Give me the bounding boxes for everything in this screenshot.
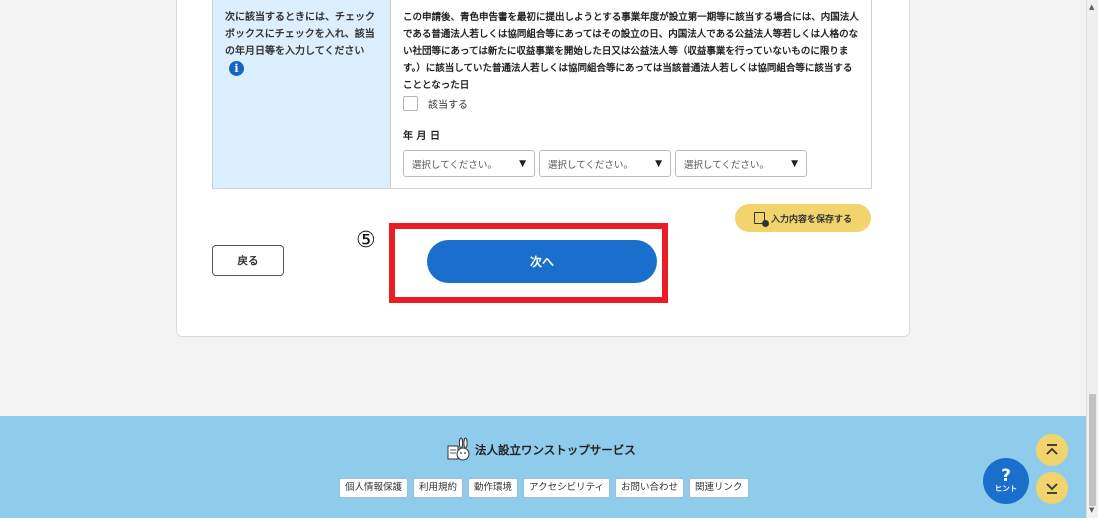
footer-link-environment[interactable]: 動作環境 xyxy=(468,478,519,498)
save-input-button[interactable]: 入力内容を保存する xyxy=(735,204,871,232)
scroll-top-icon xyxy=(1046,444,1058,455)
info-icon[interactable]: i xyxy=(229,60,244,76)
scroll-up-arrow-icon[interactable]: ▲ xyxy=(1089,3,1094,11)
footer-title: 法人設立ワンストップサービス xyxy=(475,443,636,457)
scroll-bottom-icon xyxy=(1046,483,1058,494)
question-icon: ? xyxy=(1001,466,1011,486)
footer-link-privacy[interactable]: 個人情報保護 xyxy=(339,478,409,498)
rabbit-mascot-icon xyxy=(447,437,470,461)
applicable-checkbox[interactable] xyxy=(403,96,418,111)
back-button[interactable]: 戻る xyxy=(212,245,284,276)
footer-logo[interactable]: 法人設立ワンストップサービス xyxy=(447,437,636,463)
save-input-label: 入力内容を保存する xyxy=(770,214,852,225)
footer-link-related[interactable]: 関連リンク xyxy=(689,478,749,498)
footer-link-contact[interactable]: お問い合わせ xyxy=(615,478,685,498)
footer-link-accessibility[interactable]: アクセシビリティ xyxy=(523,478,611,498)
save-document-icon xyxy=(753,212,769,227)
footer-link-terms[interactable]: 利用規約 xyxy=(413,478,464,498)
year-select[interactable]: 選択してください。 ▼ xyxy=(403,150,535,177)
page-scrollbar[interactable]: ▲ ▼ xyxy=(1086,0,1098,518)
day-select[interactable]: 選択してください。 ▼ xyxy=(675,150,807,177)
step-marker: ⑤ xyxy=(356,228,376,253)
chevron-down-icon: ▼ xyxy=(791,158,798,169)
year-select-value: 選択してください。 xyxy=(412,159,497,171)
form-row-establishment-date: 次に該当するときには、チェックボックスにチェックを入れ、該当の年月日等を入力して… xyxy=(212,0,872,189)
row-label-text: 次に該当するときには、チェックボックスにチェックを入れ、該当の年月日等を入力して… xyxy=(225,12,375,57)
applicable-checkbox-label: 該当する xyxy=(428,100,468,111)
applicable-checkbox-row[interactable]: 該当する xyxy=(403,96,468,111)
day-select-value: 選択してください。 xyxy=(684,159,769,171)
chevron-down-icon: ▼ xyxy=(655,158,662,169)
scroll-to-bottom-button[interactable] xyxy=(1036,472,1068,504)
scrollbar-thumb[interactable] xyxy=(1089,394,1096,506)
row-description: この申請後、青色申告書を最初に提出しようとする事業年度が設立第一期等に該当する場… xyxy=(403,12,859,91)
month-select[interactable]: 選択してください。 ▼ xyxy=(539,150,671,177)
month-select-value: 選択してください。 xyxy=(548,159,633,171)
hint-label: ヒント xyxy=(994,484,1018,493)
footer xyxy=(0,416,1086,518)
hint-button[interactable]: ? ヒント xyxy=(983,458,1029,504)
footer-links: 個人情報保護 利用規約 動作環境 アクセシビリティ お問い合わせ 関連リンク xyxy=(339,478,749,498)
date-label: 年 月 日 xyxy=(403,131,440,142)
chevron-down-icon: ▼ xyxy=(519,158,526,169)
scroll-down-arrow-icon[interactable]: ▼ xyxy=(1089,506,1094,514)
row-label: 次に該当するときには、チェックボックスにチェックを入れ、該当の年月日等を入力して… xyxy=(213,0,391,188)
next-button[interactable]: 次へ xyxy=(427,240,657,283)
scroll-to-top-button[interactable] xyxy=(1036,434,1068,466)
